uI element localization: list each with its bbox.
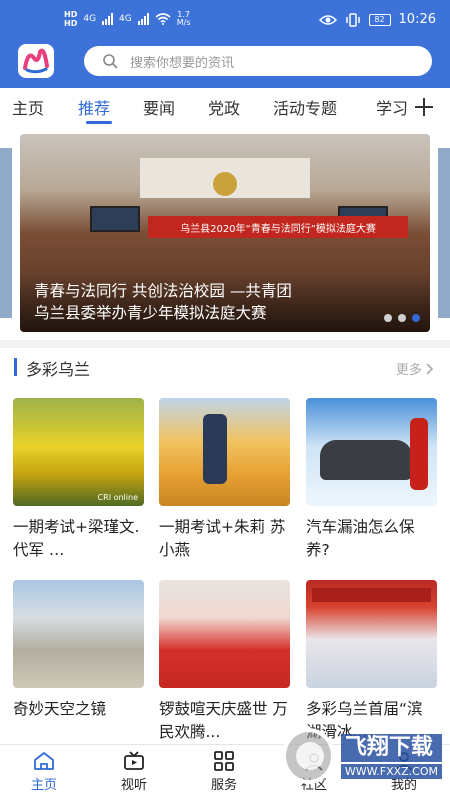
content-card[interactable]: 奇妙天空之镜 — [13, 580, 144, 744]
card-title: 奇妙天空之镜 — [13, 700, 107, 718]
wifi-icon — [155, 13, 171, 25]
signal-icon — [102, 13, 114, 25]
chevron-right-icon — [426, 363, 434, 375]
card-title: 一期考试+梁瑾文.代军 … — [13, 518, 140, 559]
plus-icon[interactable] — [414, 97, 434, 117]
nav-home[interactable]: 主页 — [14, 751, 74, 793]
section-title: 多彩乌兰 — [26, 360, 91, 379]
banner-sign: 乌兰县2020年“青春与法同行”模拟法庭大赛 — [148, 216, 408, 238]
nav-services[interactable]: 服务 — [194, 751, 254, 793]
card-title: 锣鼓喧天庆盛世 万民欢腾... — [159, 700, 288, 741]
tab-news[interactable]: 要闻 — [143, 95, 175, 119]
app-logo[interactable] — [18, 44, 54, 78]
search-placeholder: 搜索你想要的资讯 — [130, 55, 235, 71]
content-card[interactable]: 汽车漏油怎么保养? — [306, 398, 437, 562]
site-watermark: 飞翔下载 WWW.FXXZ.COM — [282, 722, 442, 790]
carousel-dots — [384, 314, 420, 322]
network-type-1: 4G — [83, 14, 97, 24]
content-card[interactable]: CRI online 一期考试+梁瑾文.代军 … — [13, 398, 144, 562]
card-thumbnail — [159, 398, 290, 506]
national-emblem-icon — [213, 172, 237, 196]
screen-left — [90, 206, 140, 232]
video-icon — [124, 751, 144, 770]
search-icon — [103, 54, 118, 69]
home-icon — [34, 752, 54, 770]
carousel-dot-active[interactable] — [412, 314, 420, 322]
network-type-2: 4G — [119, 14, 132, 24]
content-grid: CRI online 一期考试+梁瑾文.代军 … 一期考试+朱莉 苏小燕 汽车漏… — [0, 388, 450, 744]
clock: 10:26 — [398, 12, 436, 27]
carousel-dot[interactable] — [384, 314, 392, 322]
active-tab-indicator — [86, 121, 112, 124]
card-thumbnail — [159, 580, 290, 688]
hd-indicator: HD HD — [64, 10, 78, 28]
network-speed: 1.7 M/s — [176, 10, 191, 27]
nav-media[interactable]: 视听 — [104, 751, 164, 793]
tab-event-topics[interactable]: 活动专题 — [273, 95, 337, 119]
tab-party-government[interactable]: 党政 — [208, 95, 240, 119]
watermark-logo-icon — [282, 728, 335, 784]
card-title: 一期考试+朱莉 苏小燕 — [159, 518, 286, 559]
tab-recommend[interactable]: 推荐 — [78, 95, 110, 119]
signal-icon — [137, 13, 149, 25]
vibrate-icon — [345, 12, 360, 27]
status-bar: HD HD 4G 4G 1.7 M/s 82 10:26 — [0, 0, 450, 40]
banner-slide[interactable]: 乌兰县2020年“青春与法同行”模拟法庭大赛 青春与法同行 共创法治校园 —共青… — [20, 134, 430, 332]
banner-caption: 青春与法同行 共创法治校园 —共青团 乌兰县委举办青少年模拟法庭大赛 — [20, 274, 430, 332]
content-card[interactable]: 锣鼓喧天庆盛世 万民欢腾... — [159, 580, 290, 744]
card-thumbnail — [306, 398, 437, 506]
content-card[interactable]: 多彩乌兰首届“滨湖滑冰... — [306, 580, 437, 744]
banner-carousel: 乌兰县2020年“青春与法同行”模拟法庭大赛 青春与法同行 共创法治校园 —共青… — [0, 126, 450, 340]
section-accent-bar — [14, 358, 17, 376]
content-card[interactable]: 一期考试+朱莉 苏小燕 — [159, 398, 290, 562]
next-slide-peek[interactable] — [438, 148, 450, 318]
card-title: 汽车漏油怎么保养? — [306, 518, 415, 559]
thumbnail-watermark: CRI online — [97, 493, 138, 502]
card-thumbnail: CRI online — [13, 398, 144, 506]
more-link[interactable]: 更多 — [396, 359, 434, 378]
card-thumbnail — [306, 580, 437, 688]
card-thumbnail — [13, 580, 144, 688]
tab-home[interactable]: 主页 — [12, 95, 44, 119]
top-header: HD HD 4G 4G 1.7 M/s 82 10:26 搜索你想要的资讯 — [0, 0, 450, 88]
section-header: 多彩乌兰 更多 — [0, 348, 450, 388]
grid-icon — [214, 751, 234, 771]
search-input[interactable]: 搜索你想要的资讯 — [84, 46, 432, 76]
carousel-dot[interactable] — [398, 314, 406, 322]
channel-tabs: 主页 推荐 要闻 党政 活动专题 学习 — [0, 88, 450, 126]
eye-icon — [318, 14, 337, 25]
battery-icon: 82 — [368, 13, 391, 26]
prev-slide-peek[interactable] — [0, 148, 12, 318]
tab-study[interactable]: 学习 — [376, 95, 408, 119]
